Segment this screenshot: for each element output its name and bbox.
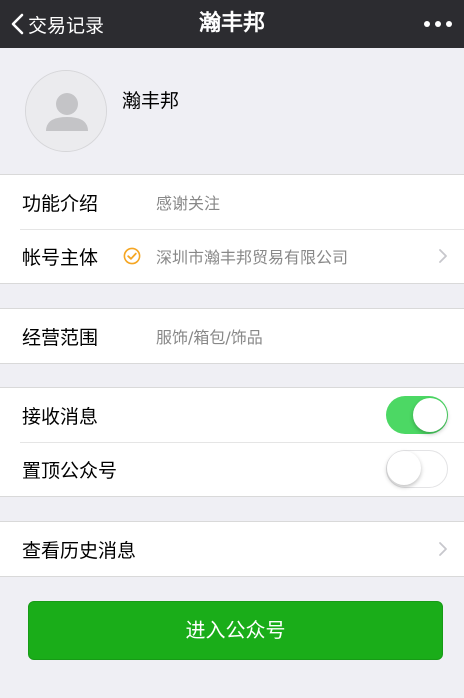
back-label: 交易记录: [28, 14, 105, 37]
business-group: 经营范围 服饰/箱包/饰品: [0, 308, 464, 364]
pin-account-toggle[interactable]: [386, 450, 448, 488]
toggle-knob: [413, 398, 447, 432]
row-label: 帐号主体: [22, 246, 99, 269]
chevron-right-icon: [439, 542, 447, 556]
more-dots-icon[interactable]: [412, 0, 452, 48]
chevron-left-icon: [11, 13, 24, 35]
row-label: 查看历史消息: [22, 539, 137, 562]
profile-header: 瀚丰邦: [0, 48, 464, 174]
chevron-right-icon: [439, 249, 447, 263]
navigation-bar: 交易记录 瀚丰邦: [0, 0, 464, 48]
default-avatar-icon: [26, 71, 106, 151]
avatar[interactable]: [25, 70, 107, 152]
enter-account-button[interactable]: 进入公众号: [28, 601, 443, 660]
back-button[interactable]: 交易记录: [10, 0, 104, 48]
row-function-intro: 功能介绍 感谢关注: [0, 175, 464, 229]
row-pin-account: 置顶公众号: [0, 442, 464, 496]
row-label: 经营范围: [22, 326, 99, 349]
row-receive-messages: 接收消息: [0, 388, 464, 442]
row-value: 感谢关注: [156, 194, 221, 213]
row-value: 深圳市瀚丰邦贸易有限公司: [156, 248, 349, 267]
row-label: 功能介绍: [22, 192, 99, 215]
row-account-entity[interactable]: 帐号主体 深圳市瀚丰邦贸易有限公司: [0, 229, 464, 283]
verified-check-icon: [123, 247, 141, 265]
receive-messages-toggle[interactable]: [386, 396, 448, 434]
settings-group: 接收消息 置顶公众号: [0, 387, 464, 497]
account-name: 瀚丰邦: [122, 90, 180, 112]
row-view-history[interactable]: 查看历史消息: [0, 522, 464, 576]
row-label: 置顶公众号: [22, 459, 118, 482]
row-value: 服饰/箱包/饰品: [156, 328, 263, 347]
toggle-knob: [387, 451, 421, 485]
row-label: 接收消息: [22, 405, 99, 428]
history-group: 查看历史消息: [0, 521, 464, 577]
row-business-scope: 经营范围 服饰/箱包/饰品: [0, 309, 464, 363]
info-group: 功能介绍 感谢关注 帐号主体 深圳市瀚丰邦贸易有限公司: [0, 174, 464, 284]
